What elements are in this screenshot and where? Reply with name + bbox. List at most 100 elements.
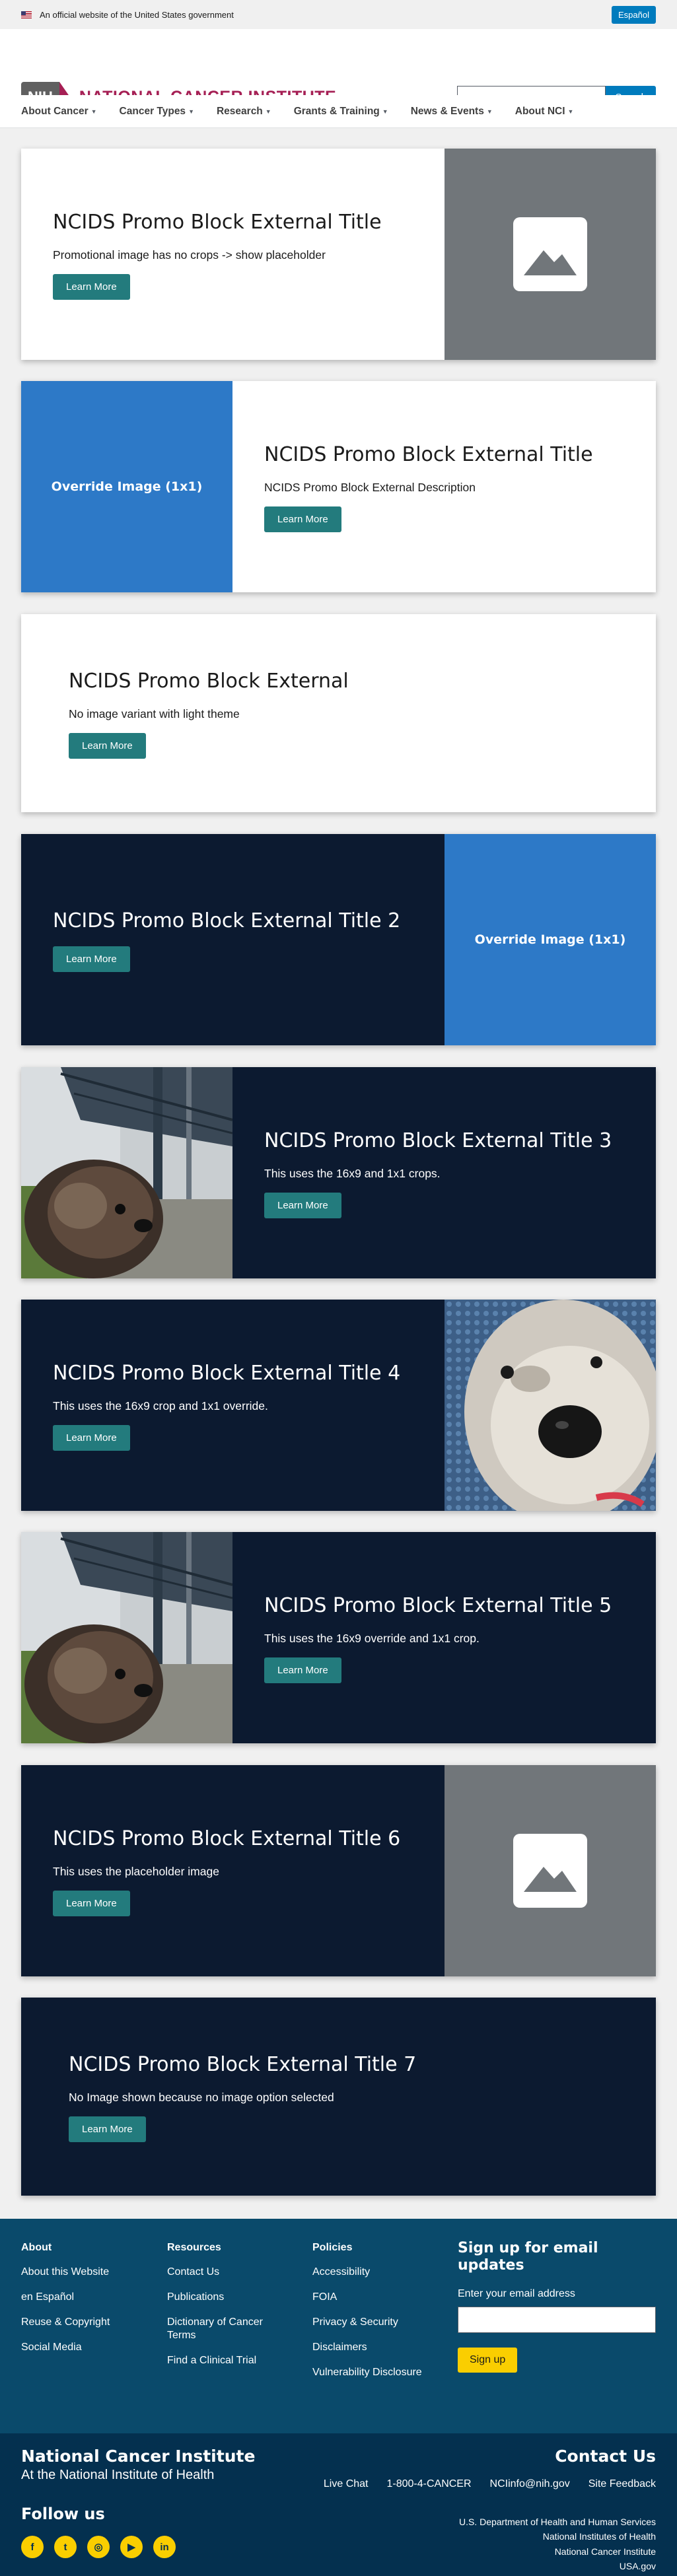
footer-link[interactable]: Reuse & Copyright bbox=[21, 2316, 153, 2329]
nav-label: About Cancer bbox=[21, 105, 89, 117]
learn-more-button[interactable]: Learn More bbox=[264, 506, 341, 532]
promo-block-8: NCIDS Promo Block External Title 6 This … bbox=[21, 1765, 656, 1976]
learn-more-button[interactable]: Learn More bbox=[69, 2116, 146, 2142]
learn-more-button[interactable]: Learn More bbox=[53, 1424, 130, 1451]
promo-image-override[interactable]: Override Image (1x1) bbox=[21, 381, 232, 592]
twitter-icon[interactable]: t bbox=[54, 2536, 77, 2558]
promo-block-2: Override Image (1x1) NCIDS Promo Block E… bbox=[21, 381, 656, 592]
promo-block-6: NCIDS Promo Block External Title 4 This … bbox=[21, 1300, 656, 1511]
learn-more-button[interactable]: Learn More bbox=[264, 1192, 341, 1218]
espanol-button[interactable]: Español bbox=[612, 5, 656, 24]
promo-title: NCIDS Promo Block External bbox=[69, 670, 349, 693]
email-label: Enter your email address bbox=[458, 2287, 575, 2299]
promo-description: This uses the placeholder image bbox=[53, 1864, 219, 1878]
nav-news-events[interactable]: News & Events ▼ bbox=[411, 106, 493, 118]
learn-more-button[interactable]: Learn More bbox=[53, 273, 130, 300]
agency-link[interactable]: National Institutes of Health bbox=[459, 2529, 656, 2544]
promo-title: NCIDS Promo Block External Title bbox=[53, 211, 382, 234]
contact-link[interactable]: Site Feedback bbox=[588, 2478, 656, 2490]
agency-links: U.S. Department of Health and Human Serv… bbox=[459, 2515, 656, 2574]
gov-banner-text: An official website of the United States… bbox=[40, 9, 234, 20]
promo-block-9: NCIDS Promo Block External Title 7 No Im… bbox=[21, 1998, 656, 2196]
footer-heading: About bbox=[21, 2242, 52, 2253]
dog-closeup-photo bbox=[445, 1300, 656, 1511]
nav-label: About NCI bbox=[515, 105, 565, 117]
promo-block-7: NCIDS Promo Block External Title 5 This … bbox=[21, 1532, 656, 1743]
chevron-down-icon: ▼ bbox=[90, 108, 97, 115]
promo-image-dog-bridge[interactable] bbox=[21, 1067, 232, 1278]
learn-more-button[interactable]: Learn More bbox=[69, 732, 146, 759]
footer-link[interactable]: Publications bbox=[167, 2291, 299, 2304]
nav-about-nci[interactable]: About NCI ▼ bbox=[515, 106, 574, 118]
footer-link[interactable]: Find a Clinical Trial bbox=[167, 2354, 299, 2367]
learn-more-button[interactable]: Learn More bbox=[53, 1890, 130, 1916]
promo-block-5: NCIDS Promo Block External Title 3 This … bbox=[21, 1067, 656, 1278]
contact-us-heading: Contact Us bbox=[555, 2447, 656, 2466]
footer-org-title[interactable]: National Cancer Institute bbox=[21, 2447, 255, 2466]
footer-bottom: National Cancer Institute At the Nationa… bbox=[0, 2433, 677, 2576]
contact-link[interactable]: Live Chat bbox=[324, 2478, 369, 2490]
footer-link[interactable]: en Español bbox=[21, 2291, 153, 2304]
footer-link[interactable]: Dictionary of Cancer Terms bbox=[167, 2316, 283, 2342]
promo-title: NCIDS Promo Block External Title 7 bbox=[69, 2053, 417, 2077]
site-footer: About About this Website en Español Reus… bbox=[0, 2219, 677, 2433]
dog-bridge-photo bbox=[21, 1067, 232, 1278]
promo-image-dog-bridge[interactable] bbox=[21, 1532, 232, 1743]
promo-title: NCIDS Promo Block External Title bbox=[264, 443, 593, 467]
dog-bridge-photo bbox=[21, 1532, 232, 1743]
signup-button[interactable]: Sign up bbox=[458, 2347, 518, 2373]
us-flag-icon bbox=[21, 11, 32, 18]
chevron-down-icon: ▼ bbox=[265, 108, 271, 115]
promo-image-placeholder[interactable] bbox=[445, 149, 656, 360]
email-signup: Sign up for email updates Enter your ema… bbox=[458, 2240, 656, 2373]
image-placeholder-icon bbox=[513, 1834, 587, 1908]
agency-link[interactable]: U.S. Department of Health and Human Serv… bbox=[459, 2515, 656, 2529]
promo-title: NCIDS Promo Block External Title 5 bbox=[264, 1594, 612, 1618]
agency-link[interactable]: National Cancer Institute bbox=[459, 2544, 656, 2559]
nav-research[interactable]: Research ▼ bbox=[217, 106, 271, 118]
promo-image-placeholder[interactable] bbox=[445, 1765, 656, 1976]
promo-description: This uses the 16x9 crop and 1x1 override… bbox=[53, 1399, 268, 1412]
learn-more-button[interactable]: Learn More bbox=[53, 946, 130, 973]
nav-label: Cancer Types bbox=[119, 105, 186, 117]
footer-col-about: About About this Website en Español Reus… bbox=[21, 2242, 153, 2366]
footer-link[interactable]: Privacy & Security bbox=[312, 2316, 445, 2329]
nav-grants-training[interactable]: Grants & Training ▼ bbox=[294, 106, 388, 118]
social-links: f t ◎ ▶ in bbox=[21, 2536, 176, 2558]
footer-org-subtitle: At the National Institute of Health bbox=[21, 2468, 215, 2482]
agency-link[interactable]: USA.gov bbox=[459, 2559, 656, 2573]
footer-link[interactable]: Contact Us bbox=[167, 2266, 299, 2279]
promo-block-3: NCIDS Promo Block External No image vari… bbox=[21, 614, 656, 812]
footer-link[interactable]: Vulnerability Disclosure bbox=[312, 2366, 445, 2379]
linkedin-icon[interactable]: in bbox=[153, 2536, 176, 2558]
footer-heading: Policies bbox=[312, 2242, 353, 2253]
follow-us-heading: Follow us bbox=[21, 2505, 105, 2523]
override-image-text: Override Image (1x1) bbox=[51, 479, 203, 494]
promo-image-dog-closeup[interactable] bbox=[445, 1300, 656, 1511]
footer-link[interactable]: About this Website bbox=[21, 2266, 153, 2279]
promo-description: This uses the 16x9 override and 1x1 crop… bbox=[264, 1631, 480, 1645]
contact-links: Live Chat 1-800-4-CANCER NCIinfo@nih.gov… bbox=[324, 2478, 656, 2490]
gov-banner: An official website of the United States… bbox=[0, 0, 677, 29]
contact-link[interactable]: NCIinfo@nih.gov bbox=[490, 2478, 570, 2490]
learn-more-button[interactable]: Learn More bbox=[264, 1657, 341, 1683]
nav-cancer-types[interactable]: Cancer Types ▼ bbox=[120, 106, 194, 118]
nav-label: Research bbox=[216, 105, 263, 117]
youtube-icon[interactable]: ▶ bbox=[120, 2536, 143, 2558]
footer-link[interactable]: Accessibility bbox=[312, 2266, 445, 2279]
footer-link[interactable]: Disclaimers bbox=[312, 2341, 445, 2354]
footer-link[interactable]: FOIA bbox=[312, 2291, 445, 2304]
promo-description: No image variant with light theme bbox=[69, 707, 240, 720]
contact-link[interactable]: 1-800-4-CANCER bbox=[386, 2478, 471, 2490]
nav-about-cancer[interactable]: About Cancer ▼ bbox=[21, 106, 97, 118]
instagram-icon[interactable]: ◎ bbox=[87, 2536, 110, 2558]
promo-block-4: NCIDS Promo Block External Title 2 Learn… bbox=[21, 834, 656, 1045]
facebook-icon[interactable]: f bbox=[21, 2536, 44, 2558]
nav-label: News & Events bbox=[410, 105, 484, 117]
promo-image-override[interactable]: Override Image (1x1) bbox=[445, 834, 656, 1045]
footer-link[interactable]: Social Media bbox=[21, 2341, 153, 2354]
promo-description: This uses the 16x9 and 1x1 crops. bbox=[264, 1166, 441, 1180]
email-field[interactable] bbox=[458, 2306, 656, 2333]
footer-heading: Resources bbox=[167, 2242, 221, 2253]
footer-col-policies: Policies Accessibility FOIA Privacy & Se… bbox=[312, 2242, 445, 2391]
